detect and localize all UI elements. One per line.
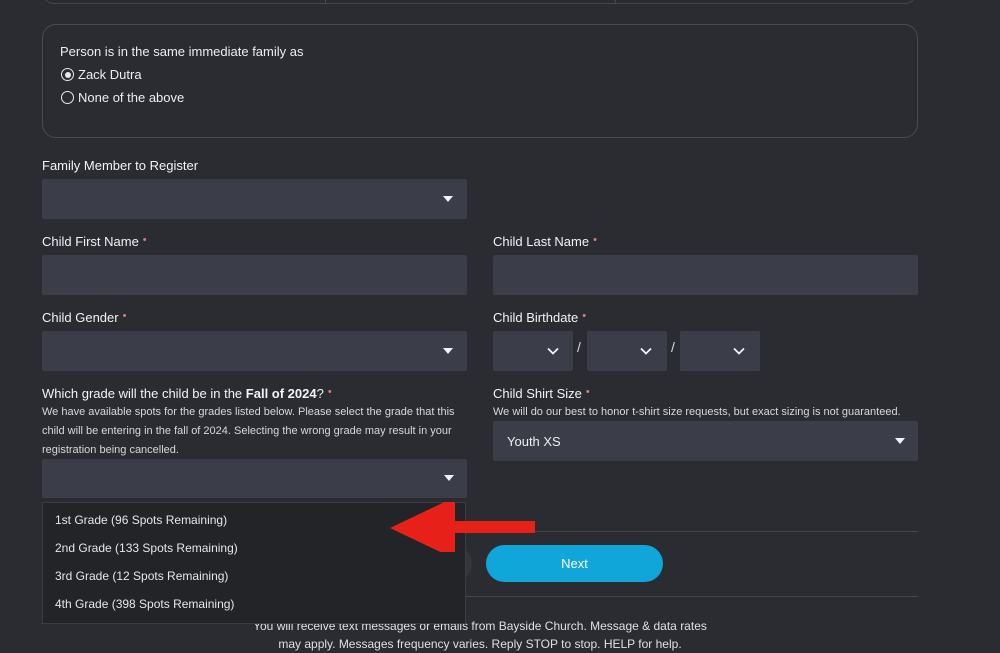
family-member-select[interactable] bbox=[42, 179, 467, 219]
child-last-name-label: Child Last Name • bbox=[493, 234, 597, 249]
required-dot: • bbox=[585, 386, 590, 398]
segment-divider bbox=[325, 0, 326, 3]
caret-down-icon bbox=[895, 438, 905, 444]
shirt-size-select[interactable]: Youth XS bbox=[493, 421, 918, 461]
required-dot: • bbox=[122, 310, 127, 322]
chevron-down-icon bbox=[733, 347, 745, 355]
caret-down-icon bbox=[443, 348, 453, 354]
caret-down-icon bbox=[443, 196, 453, 202]
section-divider bbox=[463, 596, 918, 597]
radio-label-zack[interactable]: Zack Dutra bbox=[78, 67, 142, 82]
shirt-size-label: Child Shirt Size • bbox=[493, 386, 590, 401]
family-relation-title: Person is in the same immediate family a… bbox=[60, 44, 304, 59]
birth-year-select[interactable] bbox=[680, 331, 760, 371]
caret-down-icon bbox=[444, 475, 454, 481]
segment-divider bbox=[615, 0, 616, 3]
shirt-size-value: Youth XS bbox=[507, 434, 561, 449]
grade-option[interactable]: 2nd Grade (133 Spots Remaining) bbox=[55, 541, 238, 555]
grade-select[interactable] bbox=[42, 459, 467, 498]
date-separator: / bbox=[577, 339, 581, 355]
child-birthdate-label: Child Birthdate • bbox=[493, 310, 587, 325]
required-dot: • bbox=[582, 310, 587, 322]
radio-unchecked-icon[interactable] bbox=[61, 91, 74, 104]
grade-option[interactable]: 3rd Grade (12 Spots Remaining) bbox=[55, 569, 228, 583]
family-member-label: Family Member to Register bbox=[42, 158, 199, 173]
date-separator: / bbox=[671, 339, 675, 355]
child-first-name-input[interactable] bbox=[42, 255, 467, 295]
red-arrow-annotation-icon bbox=[390, 502, 535, 552]
radio-checked-icon[interactable] bbox=[61, 68, 74, 81]
birth-month-select[interactable] bbox=[493, 331, 573, 371]
chevron-down-icon bbox=[547, 347, 559, 355]
radio-label-none[interactable]: None of the above bbox=[78, 90, 184, 105]
child-first-name-label: Child First Name • bbox=[42, 234, 147, 249]
required-dot: • bbox=[593, 234, 597, 246]
child-gender-label: Child Gender • bbox=[42, 310, 127, 325]
family-relation-box bbox=[42, 24, 918, 138]
grade-label: Which grade will the child be in the Fal… bbox=[42, 386, 332, 401]
grade-help-text: We have available spots for the grades l… bbox=[42, 406, 455, 456]
grade-option[interactable]: 1st Grade (96 Spots Remaining) bbox=[55, 513, 227, 527]
chevron-down-icon bbox=[640, 347, 652, 355]
radio-option-zack[interactable] bbox=[61, 68, 74, 86]
shirt-size-help: We will do our best to honor t-shirt siz… bbox=[493, 406, 901, 418]
radio-option-none[interactable] bbox=[61, 91, 74, 109]
previous-section-box bbox=[42, 0, 917, 4]
required-dot: • bbox=[327, 386, 332, 398]
grade-option[interactable]: 4th Grade (398 Spots Remaining) bbox=[55, 597, 234, 611]
child-gender-select[interactable] bbox=[42, 331, 467, 371]
birth-day-select[interactable] bbox=[587, 331, 667, 371]
required-dot: • bbox=[142, 234, 147, 246]
child-last-name-input[interactable] bbox=[493, 255, 918, 295]
